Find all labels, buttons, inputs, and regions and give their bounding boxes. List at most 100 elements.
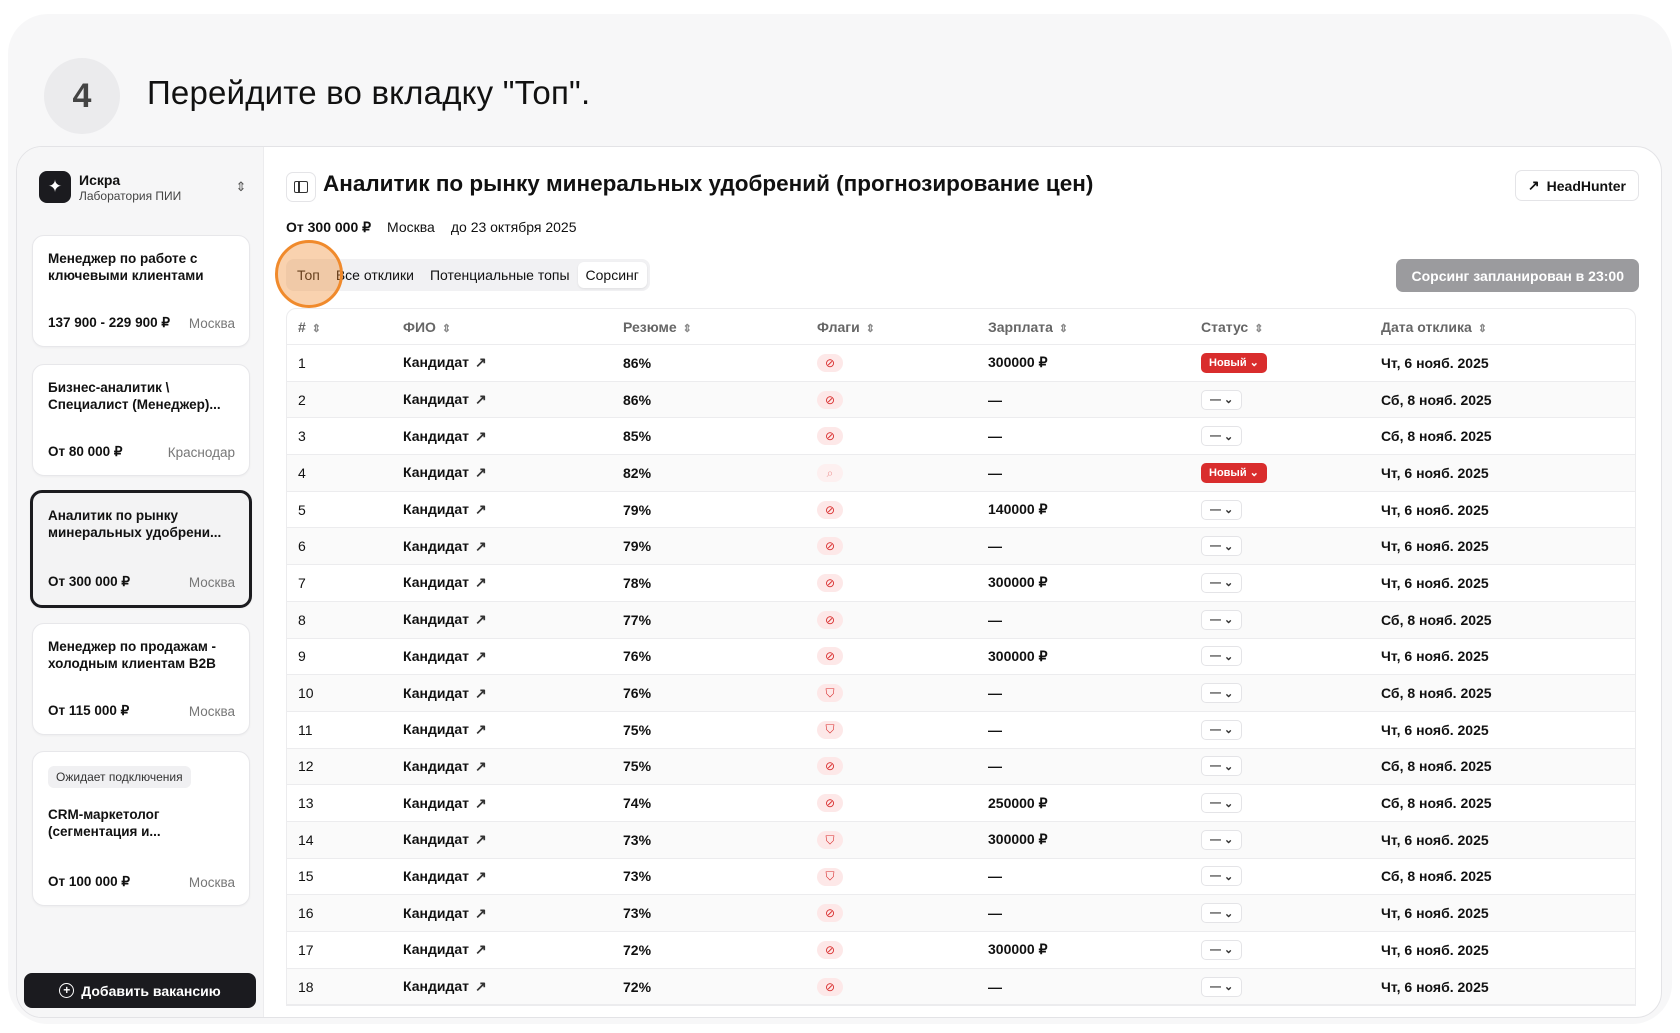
status-dropdown[interactable]: — ⌄ bbox=[1201, 939, 1243, 960]
status-dropdown[interactable]: — ⌄ bbox=[1201, 536, 1243, 557]
external-link-icon[interactable]: ↗ bbox=[475, 428, 487, 444]
status-dropdown[interactable]: Новый ⌄ bbox=[1201, 352, 1267, 373]
candidate-name[interactable]: Кандидат ↗ bbox=[392, 685, 612, 702]
add-vacancy-button[interactable]: + Добавить вакансию bbox=[24, 973, 256, 1008]
external-link-icon[interactable]: ↗ bbox=[475, 721, 487, 737]
external-link-icon[interactable]: ↗ bbox=[475, 648, 487, 664]
external-link-icon[interactable]: ↗ bbox=[475, 905, 487, 921]
status-dropdown[interactable]: — ⌄ bbox=[1201, 793, 1243, 814]
external-link-icon[interactable]: ↗ bbox=[475, 464, 487, 480]
table-row[interactable]: 2 Кандидат ↗ 86% ⊘ — — ⌄ Сб, 8 нояб. 2025 bbox=[287, 381, 1635, 419]
candidate-name[interactable]: Кандидат ↗ bbox=[392, 941, 612, 958]
candidate-name[interactable]: Кандидат ↗ bbox=[392, 978, 612, 995]
external-link-icon[interactable]: ↗ bbox=[475, 354, 487, 370]
candidate-name[interactable]: Кандидат ↗ bbox=[392, 758, 612, 775]
tab-sourcing[interactable]: Сорсинг bbox=[577, 262, 647, 288]
status-dropdown[interactable]: — ⌄ bbox=[1201, 646, 1243, 667]
candidate-name[interactable]: Кандидат ↗ bbox=[392, 868, 612, 885]
table-row[interactable]: 4 Кандидат ↗ 82% ⌕ — Новый ⌄ Чт, 6 нояб. 2025 bbox=[287, 455, 1635, 492]
table-row[interactable]: 5 Кандидат ↗ 79% ⊘ 140000 ₽ — ⌄ Чт, 6 нояб. 202… bbox=[287, 492, 1635, 529]
status-dropdown[interactable]: — ⌄ bbox=[1201, 976, 1243, 997]
external-link-icon[interactable]: ↗ bbox=[475, 795, 487, 811]
candidate-name[interactable]: Кандидат ↗ bbox=[392, 574, 612, 591]
table-row[interactable]: 13 Кандидат ↗ 74% ⊘ 250000 ₽ — ⌄ Сб, 8 нояб. 20… bbox=[287, 785, 1635, 822]
tab-potential-tops[interactable]: Потенциальные топы bbox=[422, 262, 578, 288]
external-link-icon: ↗ bbox=[1527, 177, 1540, 193]
external-link-icon[interactable]: ↗ bbox=[475, 391, 487, 407]
candidate-name[interactable]: Кандидат ↗ bbox=[392, 501, 612, 518]
table-row[interactable]: 16 Кандидат ↗ 73% ⊘ — — ⌄ Чт, 6 нояб. 2025 bbox=[287, 895, 1635, 932]
status-dropdown[interactable]: — ⌄ bbox=[1201, 903, 1243, 924]
table-row[interactable]: 1 Кандидат ↗ 86% ⊘ 300000 ₽ Новый ⌄ Чт, 6 нояб.… bbox=[287, 345, 1635, 382]
column-header[interactable]: Статус ⇕ bbox=[1190, 319, 1370, 335]
external-link-icon[interactable]: ↗ bbox=[475, 978, 487, 994]
external-link-icon[interactable]: ↗ bbox=[475, 941, 487, 957]
column-header[interactable]: Резюме ⇕ bbox=[612, 319, 806, 335]
candidate-name[interactable]: Кандидат ↗ bbox=[392, 354, 612, 371]
table-row[interactable]: 18 Кандидат ↗ 72% ⊘ — — ⌄ Чт, 6 нояб. 2025 bbox=[287, 968, 1635, 1006]
vacancy-card[interactable]: Ожидает подключения CRM-маркетолог (сегм… bbox=[32, 751, 250, 906]
table-row[interactable]: 15 Кандидат ↗ 73% ⛉ — — ⌄ Сб, 8 нояб. 2025 bbox=[287, 859, 1635, 896]
vacancy-city: Москва bbox=[188, 316, 235, 331]
column-header[interactable]: Зарплата ⇕ bbox=[977, 319, 1190, 335]
status-dropdown[interactable]: — ⌄ bbox=[1201, 719, 1243, 740]
status-dropdown[interactable]: — ⌄ bbox=[1201, 499, 1243, 520]
external-link-icon[interactable]: ↗ bbox=[475, 574, 487, 590]
external-link-icon[interactable]: ↗ bbox=[475, 868, 487, 884]
candidate-name[interactable]: Кандидат ↗ bbox=[392, 464, 612, 481]
candidate-name[interactable]: Кандидат ↗ bbox=[392, 538, 612, 555]
candidate-name[interactable]: Кандидат ↗ bbox=[392, 831, 612, 848]
external-link-icon[interactable]: ↗ bbox=[475, 758, 487, 774]
status-dropdown[interactable]: — ⌄ bbox=[1201, 829, 1243, 850]
status-dropdown[interactable]: — ⌄ bbox=[1201, 866, 1243, 887]
status-dropdown[interactable]: — ⌄ bbox=[1201, 426, 1243, 447]
candidate-name[interactable]: Кандидат ↗ bbox=[392, 648, 612, 665]
sidebar-toggle-icon[interactable] bbox=[286, 172, 316, 202]
candidate-name[interactable]: Кандидат ↗ bbox=[392, 391, 612, 408]
table-row[interactable]: 12 Кандидат ↗ 75% ⊘ — — ⌄ Сб, 8 нояб. 2025 bbox=[287, 748, 1635, 786]
resume-score: 75% bbox=[623, 758, 652, 775]
flags-cell: ⊘ bbox=[806, 537, 977, 556]
candidate-name[interactable]: Кандидат ↗ bbox=[392, 905, 612, 922]
vacancy-card[interactable]: Бизнес-аналитик \ Специалист (Менеджер).… bbox=[32, 364, 250, 476]
vacancy-card-active[interactable]: Аналитик по рынку минеральных удобрени..… bbox=[30, 490, 252, 608]
table-row[interactable]: 9 Кандидат ↗ 76% ⊘ 300000 ₽ — ⌄ Чт, 6 нояб. 202… bbox=[287, 639, 1635, 676]
status-dropdown[interactable]: — ⌄ bbox=[1201, 609, 1243, 630]
shield-flag-icon: ⛉ bbox=[817, 720, 843, 739]
table-row[interactable]: 11 Кандидат ↗ 75% ⛉ — — ⌄ Чт, 6 нояб. 2025 bbox=[287, 712, 1635, 749]
candidate-name[interactable]: Кандидат ↗ bbox=[392, 611, 612, 628]
status-dropdown[interactable]: — ⌄ bbox=[1201, 572, 1243, 593]
status-dropdown[interactable]: — ⌄ bbox=[1201, 389, 1243, 410]
external-link-icon[interactable]: ↗ bbox=[475, 831, 487, 847]
external-link-icon[interactable]: ↗ bbox=[475, 611, 487, 627]
status-dropdown[interactable]: — ⌄ bbox=[1201, 683, 1243, 704]
org-switcher[interactable]: ✦ Искра Лаборатория ПИИ ⇕ bbox=[39, 167, 249, 207]
table-row[interactable]: 10 Кандидат ↗ 76% ⛉ — — ⌄ Сб, 8 нояб. 2025 bbox=[287, 675, 1635, 712]
table-body: 1 Кандидат ↗ 86% ⊘ 300000 ₽ Новый ⌄ Чт, 6 нояб.… bbox=[287, 345, 1635, 1006]
external-link-icon[interactable]: ↗ bbox=[475, 501, 487, 517]
table-row[interactable]: 7 Кандидат ↗ 78% ⊘ 300000 ₽ — ⌄ Чт, 6 нояб. 202… bbox=[287, 565, 1635, 602]
candidate-name[interactable]: Кандидат ↗ bbox=[392, 428, 612, 445]
table-row[interactable]: 6 Кандидат ↗ 79% ⊘ — — ⌄ Чт, 6 нояб. 2025 bbox=[287, 528, 1635, 566]
table-row[interactable]: 14 Кандидат ↗ 73% ⛉ 300000 ₽ — ⌄ Чт, 6 нояб. 20… bbox=[287, 821, 1635, 859]
table-row[interactable]: 17 Кандидат ↗ 72% ⊘ 300000 ₽ — ⌄ Чт, 6 нояб. 20… bbox=[287, 932, 1635, 969]
ban-flag-icon: ⊘ bbox=[817, 537, 843, 556]
status-cell: Новый ⌄ bbox=[1190, 352, 1370, 373]
sourcing-scheduled-button[interactable]: Сорсинг запланирован в 23:00 bbox=[1396, 259, 1639, 292]
status-dropdown[interactable]: — ⌄ bbox=[1201, 756, 1243, 777]
column-header[interactable]: # ⇕ bbox=[287, 319, 392, 335]
table-row[interactable]: 8 Кандидат ↗ 77% ⊘ — — ⌄ Сб, 8 нояб. 2025 bbox=[287, 601, 1635, 639]
headhunter-button[interactable]: ↗ HeadHunter bbox=[1514, 170, 1639, 201]
vacancy-card[interactable]: Менеджер по работе с ключевыми клиентами… bbox=[32, 235, 250, 347]
status-dropdown[interactable]: Новый ⌄ bbox=[1201, 462, 1267, 483]
column-header[interactable]: Флаги ⇕ bbox=[806, 319, 977, 335]
column-header[interactable]: ФИО ⇕ bbox=[392, 319, 612, 335]
candidate-name[interactable]: Кандидат ↗ bbox=[392, 721, 612, 738]
column-header[interactable]: Дата отклика ⇕ bbox=[1370, 319, 1637, 335]
table-row[interactable]: 3 Кандидат ↗ 85% ⊘ — — ⌄ Сб, 8 нояб. 2025 bbox=[287, 418, 1635, 456]
external-link-icon[interactable]: ↗ bbox=[475, 685, 487, 701]
vacancy-card[interactable]: Менеджер по продажам - холодным клиентам… bbox=[32, 623, 250, 735]
candidate-name[interactable]: Кандидат ↗ bbox=[392, 795, 612, 812]
app-window: ✦ Искра Лаборатория ПИИ ⇕ Менеджер по ра… bbox=[16, 146, 1662, 1018]
external-link-icon[interactable]: ↗ bbox=[475, 538, 487, 554]
